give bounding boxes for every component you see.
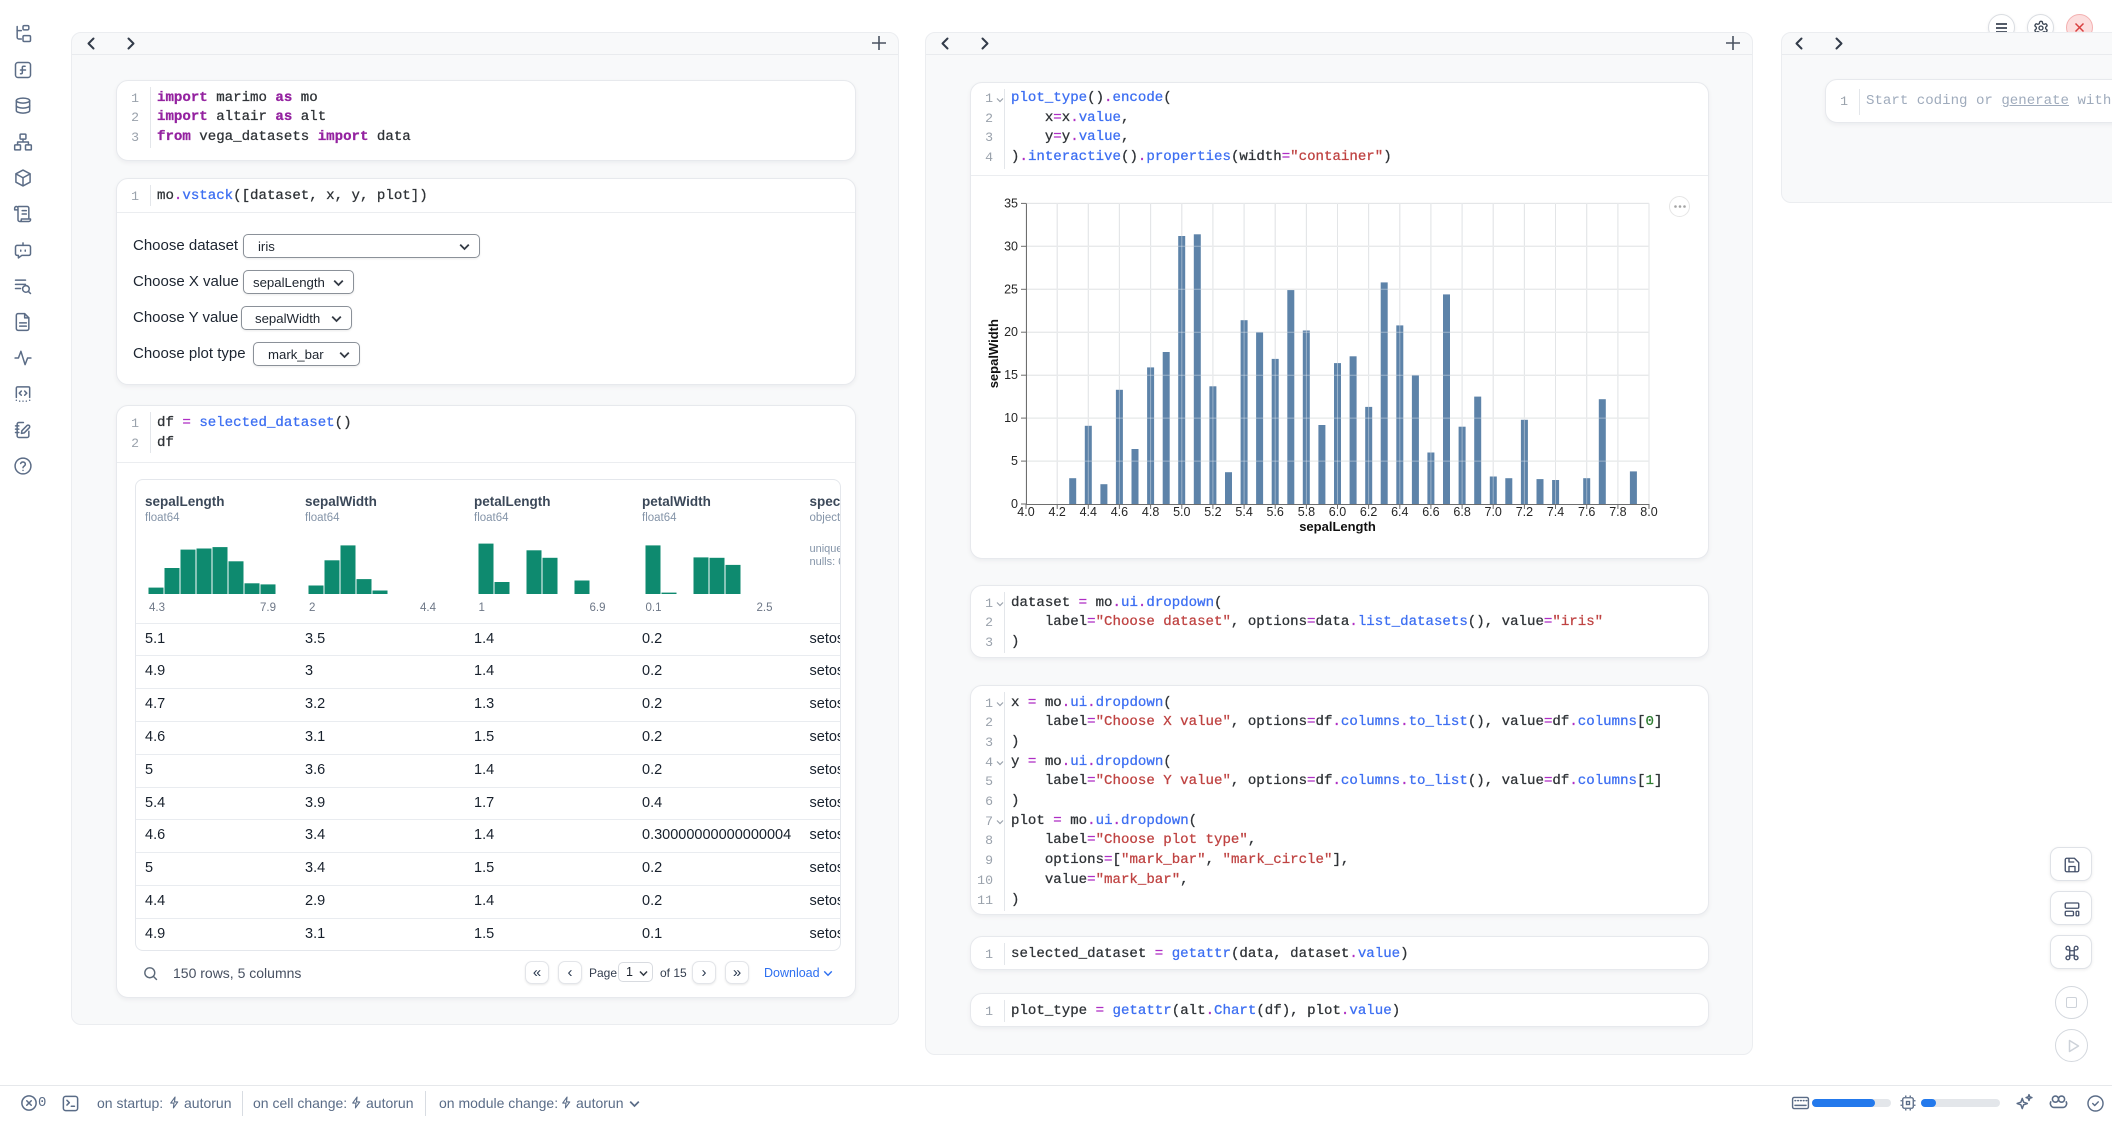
svg-text:6.0: 6.0 — [1329, 505, 1346, 519]
svg-text:7.8: 7.8 — [1609, 505, 1626, 519]
svg-text:4.6: 4.6 — [1111, 505, 1128, 519]
svg-text:15: 15 — [1004, 368, 1018, 382]
svg-text:4.2: 4.2 — [1049, 505, 1066, 519]
svg-text:5.6: 5.6 — [1267, 505, 1284, 519]
svg-text:5.2: 5.2 — [1204, 505, 1221, 519]
svg-text:5: 5 — [1011, 454, 1018, 468]
svg-text:sepalLength: sepalLength — [1299, 519, 1376, 534]
svg-text:6.8: 6.8 — [1453, 505, 1470, 519]
svg-text:sepalWidth: sepalWidth — [986, 319, 1001, 388]
svg-text:7.2: 7.2 — [1516, 505, 1533, 519]
svg-text:35: 35 — [1004, 196, 1018, 210]
svg-text:5.0: 5.0 — [1173, 505, 1190, 519]
svg-text:5.4: 5.4 — [1235, 505, 1252, 519]
svg-text:30: 30 — [1004, 239, 1018, 253]
svg-text:6.2: 6.2 — [1360, 505, 1377, 519]
svg-text:6.6: 6.6 — [1422, 505, 1439, 519]
svg-text:7.0: 7.0 — [1485, 505, 1502, 519]
svg-text:8.0: 8.0 — [1640, 505, 1657, 519]
svg-text:4.8: 4.8 — [1142, 505, 1159, 519]
svg-text:0: 0 — [1011, 497, 1018, 511]
svg-text:4.4: 4.4 — [1080, 505, 1097, 519]
svg-text:25: 25 — [1004, 282, 1018, 296]
svg-text:10: 10 — [1004, 411, 1018, 425]
svg-text:5.8: 5.8 — [1298, 505, 1315, 519]
svg-text:4.0: 4.0 — [1017, 505, 1034, 519]
svg-text:7.4: 7.4 — [1547, 505, 1564, 519]
svg-text:7.6: 7.6 — [1578, 505, 1595, 519]
svg-text:20: 20 — [1004, 325, 1018, 339]
svg-text:6.4: 6.4 — [1391, 505, 1408, 519]
